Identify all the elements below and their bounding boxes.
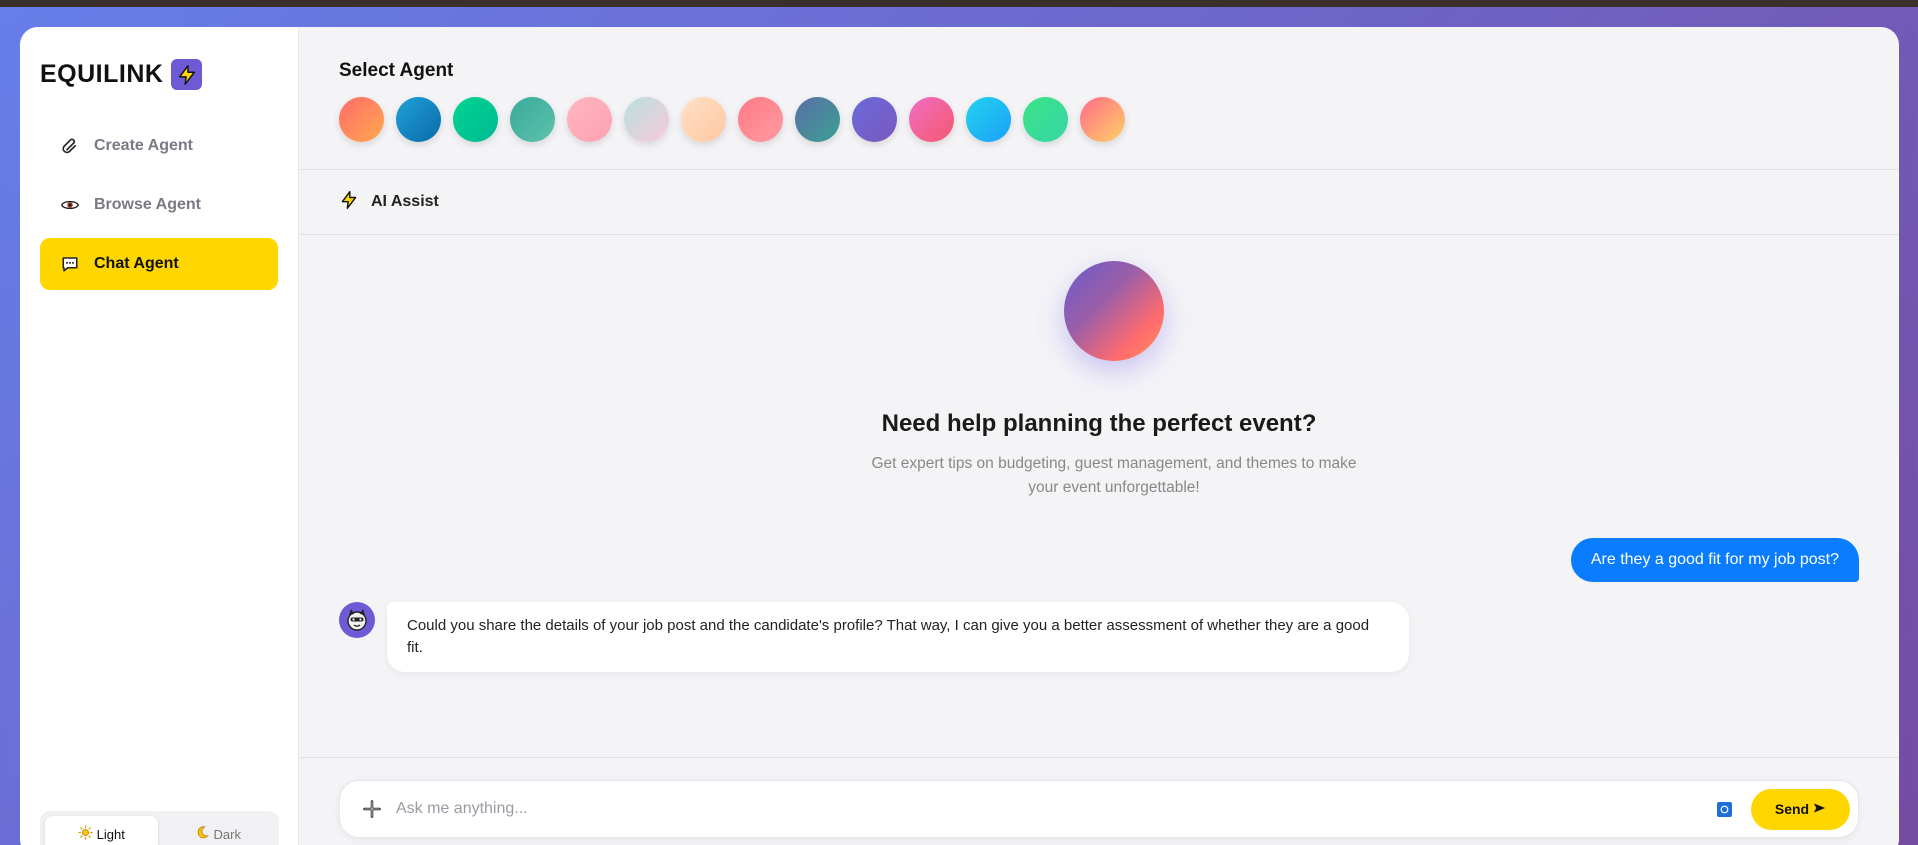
main-panel: Select Agent AI Assist Need help plannin… — [299, 27, 1899, 845]
paperclip-icon — [60, 136, 80, 156]
agent-option[interactable] — [453, 97, 498, 142]
theme-light-button[interactable]: Light — [45, 816, 158, 845]
sidebar-item-label: Create Agent — [94, 137, 193, 154]
agent-list — [339, 97, 1899, 142]
hero-subtitle: Get expert tips on budgeting, guest mana… — [871, 455, 1357, 496]
brand-logo[interactable]: EQUILINK — [40, 59, 278, 90]
ai-assist-label: AI Assist — [371, 193, 439, 210]
agent-picker-title: Select Agent — [339, 60, 454, 81]
window-top-strip — [0, 0, 1918, 7]
theme-toggle: Light Dark — [40, 811, 279, 845]
extension-icon[interactable] — [1717, 801, 1732, 817]
sun-icon — [77, 825, 93, 843]
agent-option[interactable] — [909, 97, 954, 142]
agent-option[interactable] — [1023, 97, 1068, 142]
agent-option[interactable] — [681, 97, 726, 142]
composer-bar: Send — [299, 757, 1899, 845]
hero-title: Need help planning the perfect event? — [881, 410, 1317, 437]
agent-option[interactable] — [510, 97, 555, 142]
ai-assist-bar[interactable]: AI Assist — [299, 170, 1899, 235]
sidebar-item-label: Chat Agent — [94, 255, 179, 272]
sidebar-item-chat-agent[interactable]: Chat Agent — [40, 238, 278, 290]
bot-message: Could you share the details of your job … — [387, 602, 1409, 672]
send-button[interactable]: Send — [1751, 788, 1850, 830]
composer: Send — [339, 780, 1859, 838]
eye-icon — [60, 195, 80, 215]
user-message: Are they a good fit for my job post? — [1570, 538, 1859, 582]
app-window: EQUILINK Create Agent Browse Agent Chat … — [20, 27, 1899, 845]
agent-option[interactable] — [852, 97, 897, 142]
theme-dark-label: Dark — [213, 826, 241, 842]
sidebar: EQUILINK Create Agent Browse Agent Chat … — [20, 27, 299, 845]
agent-option[interactable] — [795, 97, 840, 142]
agent-option[interactable] — [624, 97, 669, 142]
send-label: Send — [1774, 801, 1810, 817]
theme-dark-button[interactable]: Dark — [162, 816, 275, 845]
moon-icon — [195, 825, 210, 843]
agent-orb — [1064, 261, 1164, 361]
agent-picker: Select Agent — [299, 27, 1899, 170]
bot-message-row: Could you share the details of your job … — [339, 602, 1409, 672]
sidebar-item-browse-agent[interactable]: Browse Agent — [40, 179, 278, 231]
agent-option[interactable] — [738, 97, 783, 142]
agent-option[interactable] — [396, 97, 441, 142]
plus-icon[interactable] — [360, 797, 384, 821]
chat-area: Need help planning the perfect event? Ge… — [299, 235, 1899, 755]
brand-name: EQUILINK — [40, 60, 164, 88]
arrow-right-icon — [1813, 801, 1826, 817]
bot-avatar — [339, 602, 375, 638]
sidebar-item-label: Browse Agent — [94, 196, 201, 213]
agent-option[interactable] — [567, 97, 612, 142]
chat-input[interactable] — [396, 789, 1717, 829]
agent-option[interactable] — [339, 97, 384, 142]
lightning-icon — [339, 189, 359, 216]
theme-light-label: Light — [96, 826, 125, 842]
lightning-icon — [171, 59, 203, 90]
chat-bubble-icon — [60, 254, 80, 274]
sidebar-item-create-agent[interactable]: Create Agent — [40, 120, 278, 172]
agent-option[interactable] — [1080, 97, 1125, 142]
agent-option[interactable] — [966, 97, 1011, 142]
